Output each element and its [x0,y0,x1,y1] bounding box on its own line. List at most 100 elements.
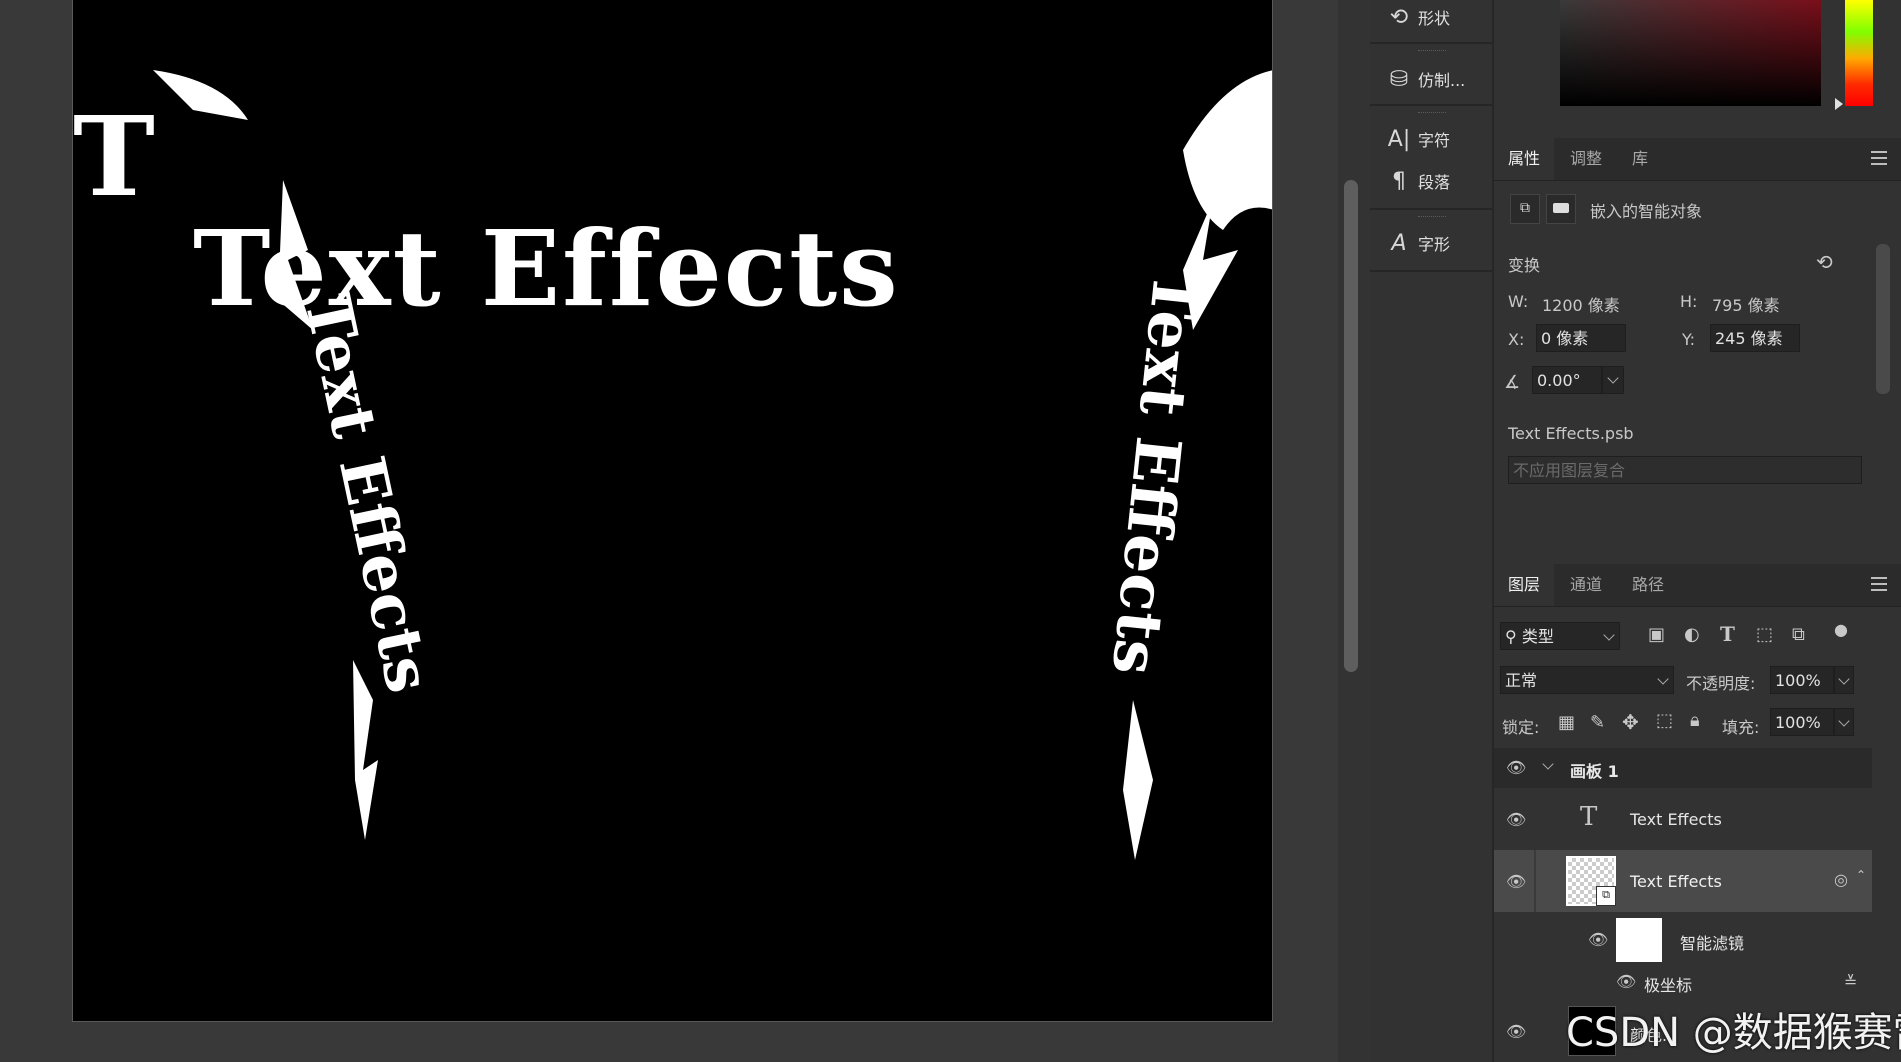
eye-icon[interactable]: 👁︎ [1616,972,1636,991]
transform-heading: 变换 [1508,256,1541,275]
opacity-dropdown[interactable] [1834,666,1854,694]
lock-paint-icon[interactable]: ✎ [1590,712,1605,733]
dock-item-label: 形状 [1418,9,1451,28]
tab-properties[interactable]: 属性 [1494,138,1555,180]
layer-row-filter-polar[interactable]: 👁︎ 极坐标 ≚ [1494,966,1872,998]
layers-menu-icon[interactable] [1871,577,1887,595]
chevron-up-icon[interactable]: ⌃ [1856,868,1866,882]
filter-adjustment-icon[interactable]: ◐ [1684,624,1700,645]
filter-smart-object-icon[interactable]: ⧉ [1792,624,1805,645]
angle-field[interactable]: 0.00° [1532,366,1602,394]
lock-position-icon[interactable]: ✥ [1622,710,1639,734]
object-type-label: 嵌入的智能对象 [1590,202,1703,221]
dock-item-label: 段落 [1418,173,1451,192]
eye-icon[interactable]: 👁︎ [1588,930,1608,949]
dock-item-glyphs[interactable]: A 字形 [1370,224,1492,262]
filter-type-icon[interactable]: T [1720,622,1735,646]
mask-icon[interactable] [1546,194,1576,224]
layer-name[interactable]: 智能滤镜 [1680,930,1744,954]
color-picker-field[interactable] [1560,0,1821,106]
y-label: Y: [1682,330,1696,349]
text-layer-icon: T [1580,802,1598,832]
canvas-artwork: Text Effects T Text Effects Text Effects [73,70,1272,860]
canvas-fragment-top-left: T [73,92,155,221]
angle-dropdown[interactable] [1602,366,1624,394]
smart-object-thumbnail: ⧉ [1566,856,1616,906]
eye-icon[interactable]: 👁︎ [1506,872,1526,891]
smart-filter-indicator-icon[interactable]: ◎ [1834,870,1848,889]
eye-icon[interactable]: 👁︎ [1506,1022,1526,1041]
panel-menu-icon[interactable] [1871,151,1887,169]
filter-shape-icon[interactable]: ⬚ [1756,624,1773,645]
filter-pixel-icon[interactable]: ▣ [1648,624,1665,645]
layer-filter-select[interactable]: ⚲ 类型 [1500,622,1620,650]
layer-comp-select[interactable]: 不应用图层复合 [1508,456,1862,484]
layer-name[interactable]: Text Effects [1630,810,1722,829]
blend-mode-select[interactable]: 正常 [1500,666,1674,694]
canvas-side-text-left: Text Effects [290,288,446,699]
dock-item-character[interactable]: A| 字符 [1370,120,1492,158]
chevron-down-icon [1838,715,1850,727]
fill-dropdown[interactable] [1834,708,1854,736]
layer-row-artboard[interactable]: 👁︎ 画板 1 [1494,748,1872,788]
opacity-field[interactable]: 100% [1770,666,1834,694]
dock-item-paragraph[interactable]: ¶ 段落 [1370,162,1492,200]
filter-label: 类型 [1521,627,1554,646]
lock-artboard-icon[interactable]: ⬚ [1656,710,1673,731]
eye-icon[interactable]: 👁︎ [1506,810,1526,829]
fill-field[interactable]: 100% [1770,708,1834,736]
chevron-down-icon [1603,629,1615,641]
collapsed-panel-dock: ⟲ 形状 ⛁ 仿制... A| 字符 ¶ 段落 A 字形 [1370,0,1494,1062]
height-value[interactable]: 795 像素 [1712,292,1780,316]
fill-label: 填充: [1722,718,1760,737]
artboard-canvas[interactable]: Text Effects T Text Effects Text Effects [72,0,1273,1022]
filter-toggle-icon[interactable]: ● [1834,620,1848,639]
hue-slider[interactable] [1845,0,1873,106]
layer-name[interactable]: Text Effects [1630,872,1722,891]
angle-icon: ∡ [1504,372,1521,393]
watermark-text: CSDN @数据猴赛雷 [1566,1010,1901,1056]
properties-tabbar: 属性 调整 库 [1494,138,1901,181]
chevron-down-icon [1657,673,1669,685]
smart-object-badge-icon: ⧉ [1596,886,1616,906]
chevron-down-icon [1838,673,1850,685]
glyph-icon: A [1391,230,1407,256]
width-value[interactable]: 1200 像素 [1542,292,1620,316]
smart-object-icon[interactable]: ⧉ [1510,194,1540,224]
opacity-label: 不透明度: [1686,674,1756,693]
y-position-field[interactable]: 245 像素 [1710,324,1800,352]
chevron-down-icon [1607,372,1619,384]
layer-name[interactable]: 极坐标 [1644,972,1692,996]
hue-slider-marker[interactable] [1835,98,1843,110]
tab-channels[interactable]: 通道 [1556,564,1616,606]
layer-name[interactable]: 画板 1 [1570,758,1619,782]
x-position-field[interactable]: 0 像素 [1536,324,1626,352]
tab-paths[interactable]: 路径 [1618,564,1678,606]
character-icon: A| [1387,126,1411,152]
dock-item-label: 字符 [1418,131,1451,150]
dock-item-clone-source[interactable]: ⛁ 仿制... [1370,60,1492,98]
width-label: W: [1508,292,1529,311]
canvas-scrollbar-thumb[interactable] [1344,180,1358,672]
clone-stamp-icon: ⛁ [1389,66,1409,92]
filter-options-icon[interactable]: ≚ [1844,972,1857,991]
lock-all-icon[interactable]: 🔒︎ [1690,710,1700,731]
eye-icon[interactable]: 👁︎ [1506,758,1526,777]
lock-transparency-icon[interactable]: ▦ [1558,712,1575,733]
tab-adjustments[interactable]: 调整 [1556,138,1616,180]
smart-filter-mask-thumbnail[interactable] [1616,918,1662,962]
lock-label: 锁定: [1502,718,1540,737]
layer-row-smart-object[interactable]: 👁︎ ⧉ Text Effects ◎ ⌃ [1494,850,1872,912]
canvas-side-text-right: Text Effects [1098,268,1213,678]
properties-scrollbar[interactable] [1876,244,1890,394]
tab-layers[interactable]: 图层 [1494,564,1555,606]
reset-transform-icon[interactable]: ⟲ [1816,250,1833,274]
dock-item-shape[interactable]: ⟲ 形状 [1370,0,1492,36]
layer-row-smart-filters[interactable]: 👁︎ 智能滤镜 [1494,914,1872,966]
tab-libraries[interactable]: 库 [1618,138,1662,180]
chevron-down-icon[interactable] [1542,758,1554,770]
layer-row-text[interactable]: 👁︎ T Text Effects [1494,790,1872,848]
paragraph-icon: ¶ [1392,168,1406,194]
blend-mode-label: 正常 [1505,671,1538,690]
shape-icon: ⟲ [1389,4,1409,30]
